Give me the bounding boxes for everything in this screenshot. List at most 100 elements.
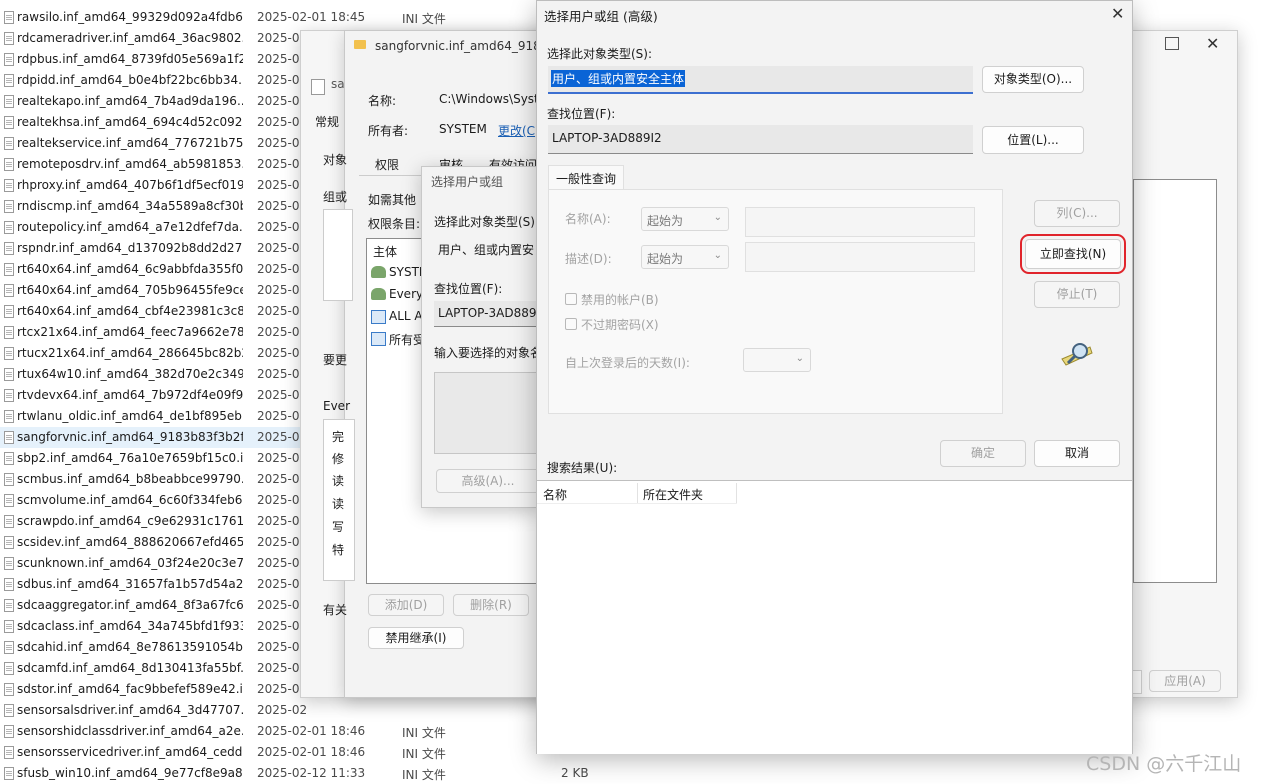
stop-button[interactable]: 停止(T): [1034, 281, 1120, 308]
remove-button[interactable]: 删除(R): [453, 594, 529, 616]
file-row[interactable]: rawsilo.inf_amd64_99329d092a4fdb6... 2025…: [0, 7, 600, 28]
file-icon: [4, 683, 14, 696]
cancel-button[interactable]: 取消: [1034, 440, 1120, 467]
perm-item: 修: [332, 452, 345, 466]
file-type: INI 文件: [402, 768, 446, 782]
file-icon: [4, 368, 14, 381]
file-row[interactable]: sensorsservicedriver.inf_amd64_cedd... 20…: [0, 742, 600, 763]
ok-button[interactable]: 确定: [940, 440, 1026, 467]
small-dialog-title: 选择用户或组: [431, 175, 504, 189]
file-name: scrawpdo.inf_amd64_c9e62931c1761...: [17, 514, 243, 528]
file-name: rawsilo.inf_amd64_99329d092a4fdb6...: [17, 10, 243, 24]
name-query-combo[interactable]: 起始为 ⌄: [641, 207, 729, 231]
add-button[interactable]: 添加(D): [368, 594, 444, 616]
non-expiring-label: 不过期密码(X): [581, 318, 659, 332]
file-icon: [4, 704, 14, 717]
file-name: realtekservice.inf_amd64_776721b75...: [17, 136, 243, 150]
column-divider[interactable]: [637, 483, 638, 503]
file-date: 2025-02-01 18:46: [257, 724, 366, 738]
close-icon[interactable]: ✕: [1206, 34, 1219, 53]
perm-item: 读: [332, 474, 345, 488]
locations-button[interactable]: 位置(L)...: [982, 126, 1084, 154]
principal-item[interactable]: 所有受: [389, 331, 425, 348]
search-icon: [1060, 339, 1094, 367]
advanced-button[interactable]: 高级(A)...: [436, 469, 540, 493]
users-icon: [371, 266, 386, 278]
perm-item: 完: [332, 430, 345, 444]
file-name: sdstor.inf_amd64_fac9bbefef589e42.ini: [17, 682, 243, 696]
columns-button[interactable]: 列(C)...: [1034, 200, 1120, 227]
non-expiring-checkbox[interactable]: [565, 318, 577, 330]
perm-entries-label: 权限条目:: [368, 217, 421, 231]
obj-type-value: 用户、组或内置安全主体: [551, 70, 686, 87]
chevron-down-icon: ⌄: [713, 250, 722, 261]
file-type: INI 文件: [402, 12, 446, 26]
column-divider[interactable]: [736, 483, 737, 503]
file-row[interactable]: sfusb_win10.inf_amd64_9e77cf8e9a85... 202…: [0, 763, 600, 784]
small-location-field: LAPTOP-3AD889I: [434, 301, 544, 327]
file-name: sbp2.inf_amd64_76a10e7659bf15c0.ini: [17, 451, 243, 465]
days-since-login-combo[interactable]: ⌄: [743, 348, 811, 372]
find-now-button[interactable]: 立即查找(N): [1020, 234, 1126, 274]
file-name: rt640x64.inf_amd64_cbf4e23981c3c8a...: [17, 304, 243, 318]
watermark: CSDN @六千江山: [1086, 753, 1242, 775]
file-icon: [4, 494, 14, 507]
file-icon: [4, 641, 14, 654]
tab-fragment: sa: [331, 77, 345, 91]
apply-button[interactable]: 应用(A): [1149, 670, 1221, 692]
tab-common-queries[interactable]: 一般性查询: [548, 165, 624, 191]
need-label: 要更: [323, 353, 348, 367]
obj-type-label: 选择此对象类型(S):: [547, 47, 653, 61]
back-list-panel: [1133, 179, 1217, 583]
file-icon: [4, 662, 14, 675]
small-location-label: 查找位置(F):: [434, 282, 503, 296]
maximize-icon[interactable]: [1165, 37, 1179, 50]
file-name: sdcaaggregator.inf_amd64_8f3a67fc6...: [17, 598, 243, 612]
ok-button-fragment[interactable]: [1133, 670, 1142, 694]
file-name: rhproxy.inf_amd64_407b6f1df5ecf019...: [17, 178, 243, 192]
owner-label: 所有者:: [368, 124, 409, 138]
tab-permissions[interactable]: 权限: [375, 156, 399, 173]
file-icon: [4, 137, 14, 150]
tab-general[interactable]: 常规: [315, 113, 339, 130]
file-icon: [4, 242, 14, 255]
object-types-button[interactable]: 对象类型(O)...: [982, 66, 1084, 93]
select-user-advanced-dialog: 选择用户或组 (高级) ✕ 选择此对象类型(S): 用户、组或内置安全主体 对象…: [536, 0, 1133, 754]
disabled-accounts-label: 禁用的帐户(B): [581, 293, 659, 307]
name-query-input[interactable]: [745, 207, 975, 237]
chevron-down-icon: ⌄: [795, 353, 804, 364]
file-icon: [4, 263, 14, 276]
name-query-combo-value: 起始为: [647, 214, 684, 228]
results-col-name[interactable]: 名称: [543, 486, 567, 503]
small-enter-textarea[interactable]: [434, 372, 546, 454]
file-name: rdpidd.inf_amd64_b0e4bf22bc6bb34...: [17, 73, 243, 87]
object-label: 对象: [323, 153, 348, 167]
file-name: rt640x64.inf_amd64_705b96455fe9ce...: [17, 283, 243, 297]
desc-query-input[interactable]: [745, 242, 975, 272]
related-label: 有关: [323, 603, 348, 617]
file-icon: [4, 557, 14, 570]
desc-query-combo[interactable]: 起始为 ⌄: [641, 245, 729, 269]
file-icon: [4, 452, 14, 465]
file-name: rdcameradriver.inf_amd64_36ac9802...: [17, 31, 243, 45]
disabled-accounts-checkbox[interactable]: [565, 293, 577, 305]
search-results-list[interactable]: 名称 所在文件夹: [537, 480, 1132, 754]
file-row[interactable]: sensorshidclassdriver.inf_amd64_a2e... 20…: [0, 721, 600, 742]
file-name: sdbus.inf_amd64_31657fa1b57d54a2...: [17, 577, 243, 591]
file-icon: [4, 284, 14, 297]
small-enter-label: 输入要选择的对象名: [434, 346, 543, 360]
results-col-folder[interactable]: 所在文件夹: [643, 486, 703, 503]
principal-item[interactable]: ALL A: [389, 309, 423, 323]
chevron-down-icon: ⌄: [713, 212, 722, 223]
file-name: scunknown.inf_amd64_03f24e20c3e7...: [17, 556, 243, 570]
file-icon: [4, 725, 14, 738]
file-name: scmbus.inf_amd64_b8beabbce99790...: [17, 472, 243, 486]
file-row[interactable]: sensorsalsdriver.inf_amd64_3d47707... 202…: [0, 700, 600, 721]
group-list: [323, 209, 353, 301]
file-name: sdcaclass.inf_amd64_34a745bfd1f933...: [17, 619, 243, 633]
principal-item[interactable]: Every: [389, 287, 423, 301]
disable-inheritance-button[interactable]: 禁用继承(I): [368, 627, 464, 649]
file-type: INI 文件: [402, 726, 446, 740]
close-icon[interactable]: ✕: [1111, 4, 1124, 23]
owner-change-link[interactable]: 更改(C: [498, 122, 535, 139]
